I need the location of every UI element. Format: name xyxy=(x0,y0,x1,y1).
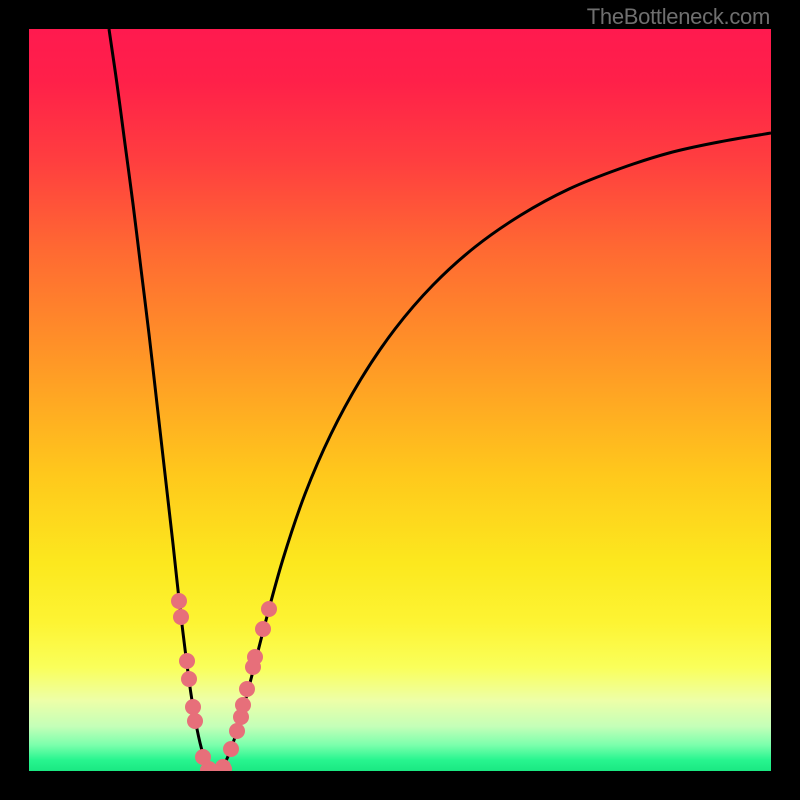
data-marker xyxy=(261,601,277,617)
data-marker xyxy=(179,653,195,669)
curve-layer xyxy=(29,29,771,771)
data-marker xyxy=(255,621,271,637)
right-curve xyxy=(215,133,771,771)
data-marker xyxy=(223,741,239,757)
data-marker xyxy=(229,723,245,739)
attribution-label: TheBottleneck.com xyxy=(587,4,770,30)
data-marker xyxy=(235,697,251,713)
data-marker xyxy=(247,649,263,665)
data-marker xyxy=(239,681,255,697)
chart-frame: TheBottleneck.com xyxy=(0,0,800,800)
data-marker xyxy=(185,699,201,715)
data-marker xyxy=(181,671,197,687)
data-marker xyxy=(171,593,187,609)
data-marker xyxy=(187,713,203,729)
data-marker xyxy=(173,609,189,625)
data-markers xyxy=(171,593,277,771)
left-curve xyxy=(109,29,215,771)
plot-area xyxy=(29,29,771,771)
